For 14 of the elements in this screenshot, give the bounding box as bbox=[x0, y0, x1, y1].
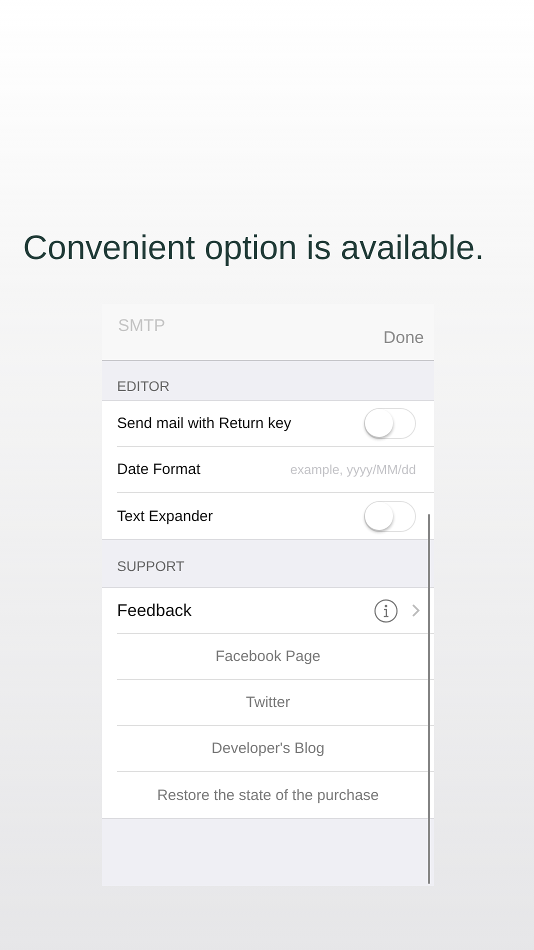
feedback-item[interactable]: Feedback bbox=[117, 600, 374, 620]
toggle-switch[interactable] bbox=[364, 408, 416, 439]
link-item[interactable]: Developer's Blog bbox=[212, 740, 324, 757]
link-item[interactable]: Twitter bbox=[246, 694, 290, 711]
link-item[interactable]: Facebook Page bbox=[215, 648, 321, 665]
chevron-icon bbox=[412, 604, 420, 617]
headline: Convenient option is available. bbox=[23, 228, 486, 269]
done-button[interactable]: Done bbox=[381, 326, 426, 350]
info-icon[interactable] bbox=[374, 598, 398, 622]
setting-label: Date Format bbox=[117, 461, 202, 478]
link-item[interactable]: Restore the state of the purchase bbox=[157, 786, 379, 804]
setting-label: Text Expander bbox=[117, 508, 214, 524]
toggle-switch[interactable] bbox=[364, 500, 416, 532]
setting-label: Send mail with Return key bbox=[117, 415, 292, 432]
